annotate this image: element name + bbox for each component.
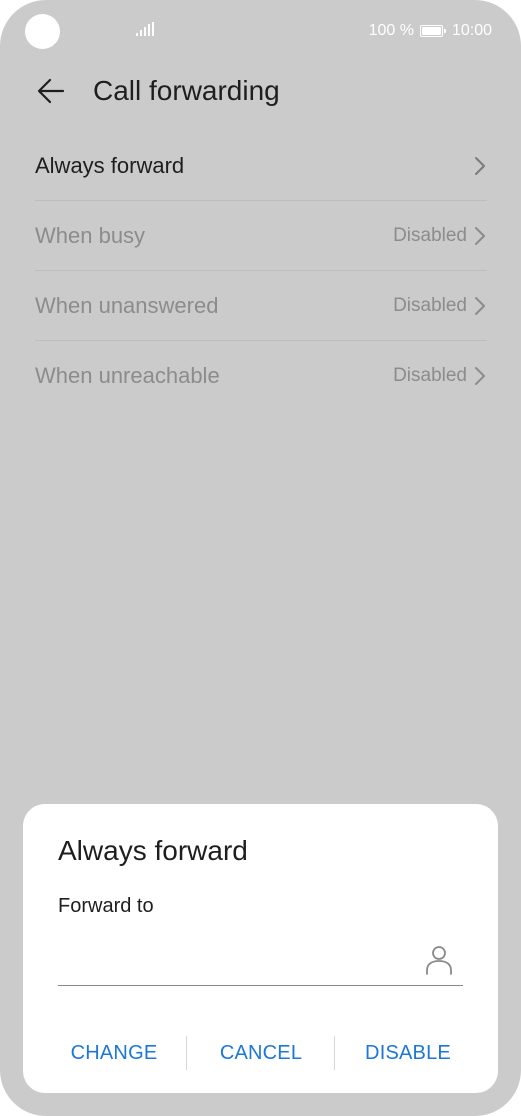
battery-percent: 100 %	[368, 22, 414, 39]
chevron-right-icon	[475, 367, 485, 385]
dialog-button-bar: CHANGE CANCEL DISABLE	[23, 1036, 498, 1070]
contact-icon[interactable]	[425, 944, 453, 976]
back-arrow-icon[interactable]	[34, 74, 68, 108]
chevron-right-icon	[475, 296, 485, 315]
list-item-label: When unreachable	[35, 363, 220, 388]
list-item-when-unanswered[interactable]: When unanswered Disabled	[35, 271, 487, 341]
chevron-right-icon	[475, 226, 485, 245]
page-title: Call forwarding	[93, 75, 280, 106]
list-item-trailing: Disabled	[393, 225, 487, 247]
button-divider	[186, 1036, 187, 1070]
cancel-button[interactable]: CANCEL	[188, 1036, 334, 1070]
disable-button[interactable]: DISABLE	[335, 1036, 481, 1070]
list-item-always-forward[interactable]: Always forward	[35, 131, 487, 201]
list-item-label: When unanswered	[35, 292, 219, 318]
battery-icon	[419, 25, 446, 37]
phone-screen: 100 % 10:00 Call forwarding Always forwa…	[0, 0, 521, 1116]
forward-to-field-container	[58, 934, 463, 986]
change-button[interactable]: CHANGE	[43, 1036, 185, 1070]
list-item-label: Always forward	[35, 152, 185, 178]
list-item-value: Disabled	[393, 294, 467, 316]
dialog-title: Always forward	[58, 835, 248, 866]
signal-icon	[136, 22, 154, 36]
list-item-label: When busy	[35, 222, 146, 248]
forwarding-options-list: Always forward When busy Disabled When u…	[35, 131, 487, 411]
chevron-right-icon	[475, 156, 485, 175]
list-item-trailing	[467, 155, 487, 177]
list-item-when-busy[interactable]: When busy Disabled	[35, 201, 487, 271]
list-item-trailing: Disabled	[393, 365, 487, 387]
status-right: 100 % 10:00	[369, 21, 492, 41]
list-item-value: Disabled	[393, 365, 467, 386]
list-item-when-unreachable[interactable]: When unreachable Disabled	[35, 341, 487, 411]
front-camera	[25, 14, 60, 49]
forward-to-label: Forward to	[58, 895, 154, 917]
list-item-trailing: Disabled	[393, 295, 487, 317]
list-item-value: Disabled	[393, 224, 467, 246]
always-forward-dialog: Always forward Forward to CHANGE CANCEL …	[23, 804, 498, 1093]
forward-to-input[interactable]	[58, 934, 428, 984]
clock: 10:00	[451, 22, 492, 39]
